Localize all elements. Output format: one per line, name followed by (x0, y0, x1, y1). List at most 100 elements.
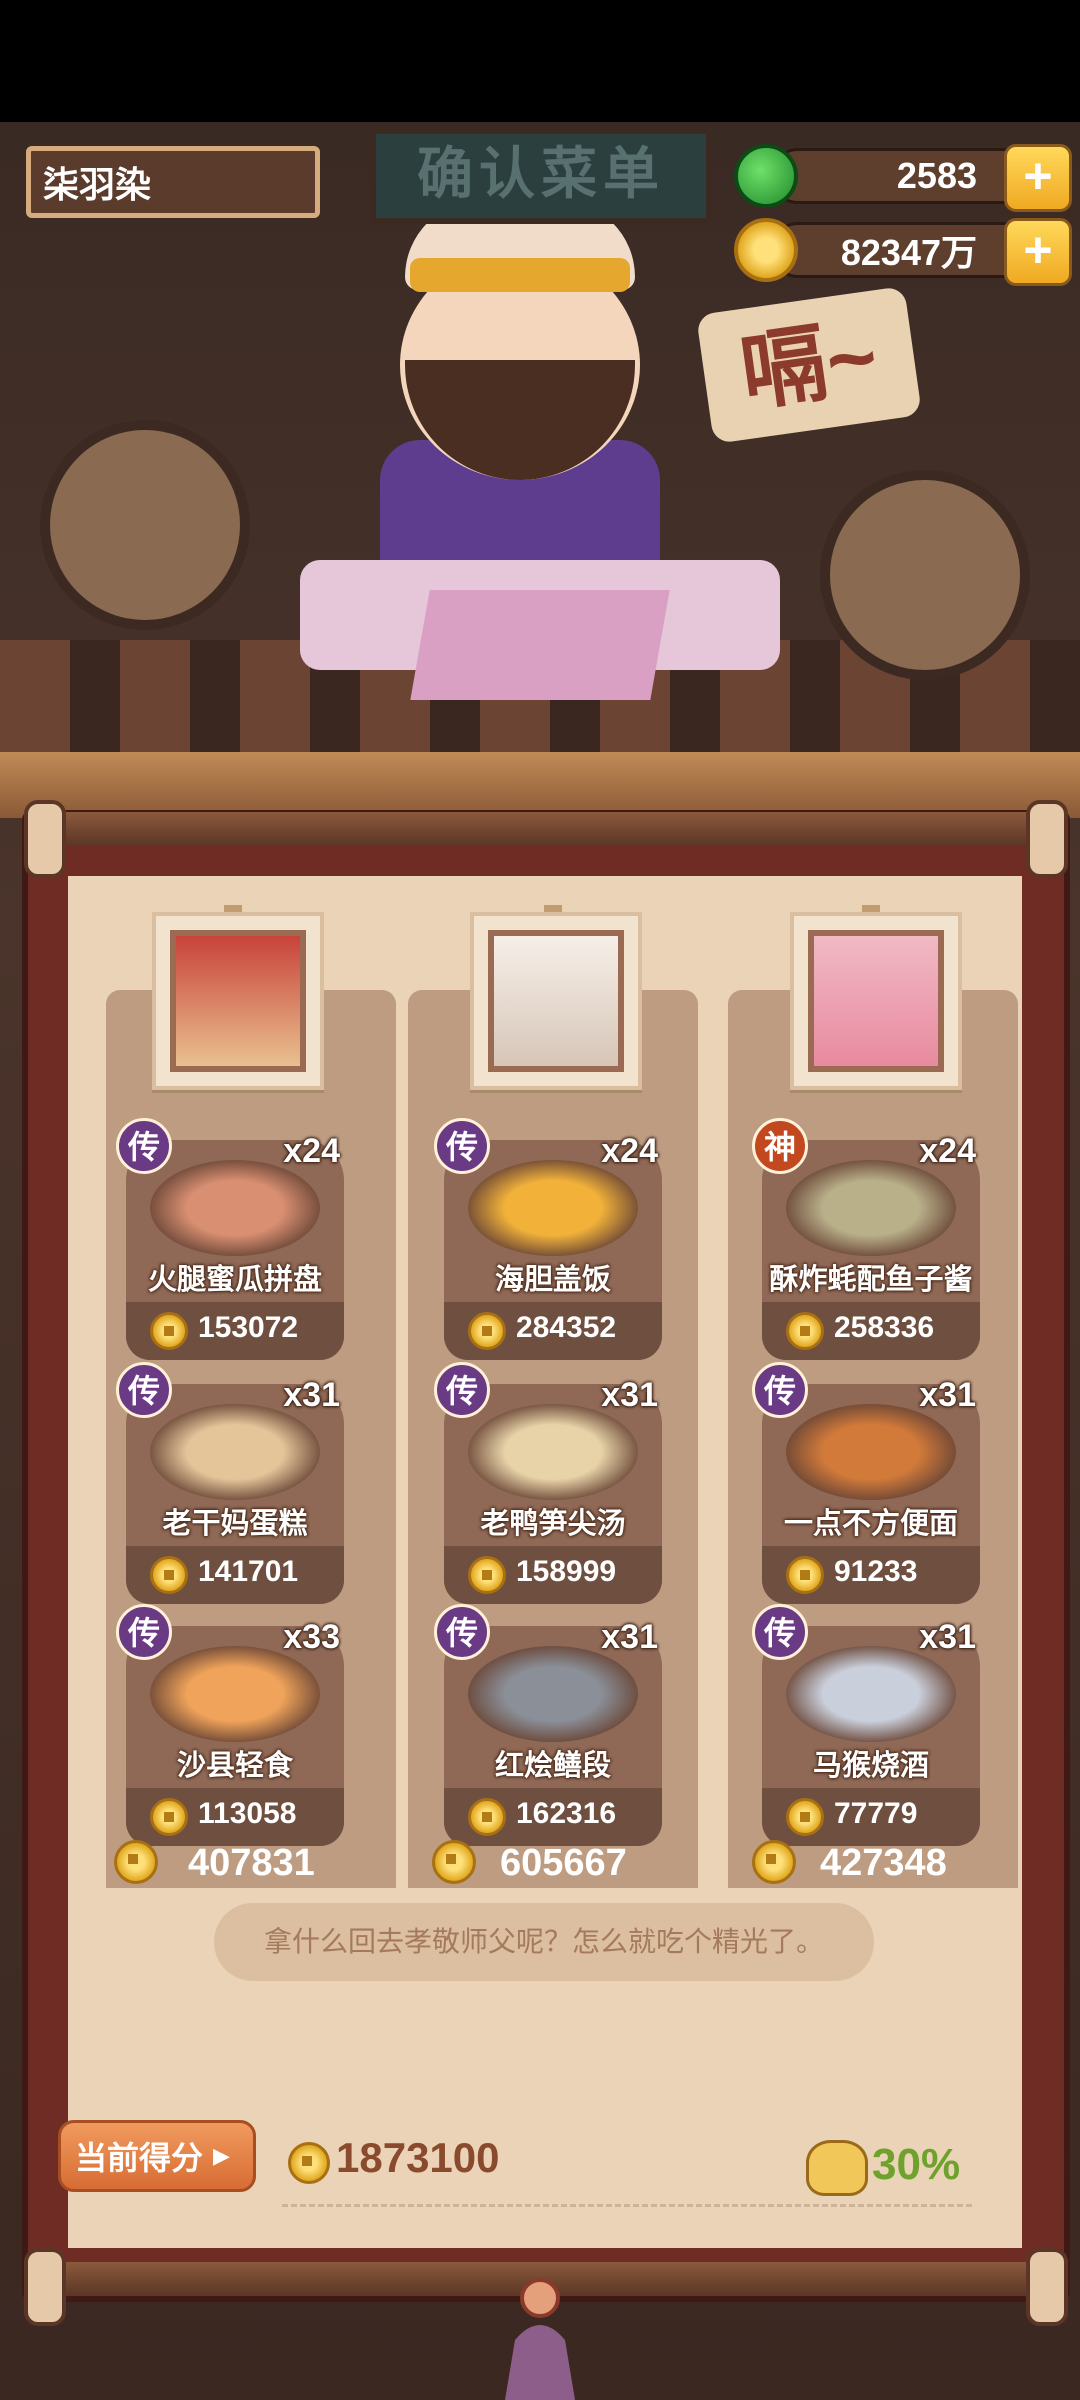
dish-count: x24 (601, 1132, 658, 1170)
dish-name: 酥炸蚝配鱼子酱 (769, 1264, 973, 1296)
dish-price: 77779 (834, 1797, 918, 1830)
dish-name: 火腿蜜瓜拼盘 (147, 1264, 322, 1296)
dish-price: 113058 (198, 1797, 297, 1830)
coin-icon (150, 1312, 188, 1350)
white-hair-portrait (488, 930, 624, 1072)
dish-image (150, 1646, 320, 1742)
left-fan-decoration (40, 420, 250, 630)
coin-icon (150, 1798, 188, 1836)
score-percent: 30% (872, 2140, 961, 2189)
dish-image (468, 1646, 638, 1742)
player-name[interactable]: 柒羽染 (26, 146, 320, 218)
dish-price-bar: 153072 (126, 1302, 344, 1360)
dish-count: x33 (283, 1618, 340, 1656)
dish-card[interactable]: 传 x31 一点不方便面 91233 (752, 1362, 980, 1604)
guest-portrait-1[interactable] (152, 912, 324, 1090)
piggy-bank-icon (806, 2140, 868, 2196)
scroll-top-roller (30, 812, 1050, 846)
current-score-button[interactable]: 当前得分 ▶ (58, 2120, 256, 2192)
play-arrow-icon: ▶ (213, 2143, 230, 2168)
boss-headband (410, 258, 630, 292)
dish-card[interactable]: 传 x31 马猴烧酒 77779 (752, 1604, 980, 1846)
coin-icon (468, 1798, 506, 1836)
pink-hair-portrait (808, 930, 944, 1072)
column-total-2: 605667 (500, 1842, 627, 1884)
dish-count: x31 (919, 1376, 976, 1414)
dish-card[interactable]: 传 x31 老干妈蛋糕 141701 (116, 1362, 344, 1604)
coin-icon (786, 1798, 824, 1836)
jade-value: 2583 (896, 155, 977, 196)
rarity-badge: 传 (434, 1604, 490, 1660)
dish-card[interactable]: 传 x33 沙县轻食 113058 (116, 1604, 344, 1846)
dish-image (786, 1160, 956, 1256)
coin-icon (432, 1840, 476, 1884)
dish-image (786, 1646, 956, 1742)
current-score-label: 当前得分 (75, 2140, 204, 2176)
rarity-badge: 传 (434, 1362, 490, 1418)
rarity-badge: 传 (116, 1118, 172, 1174)
dish-price-bar: 284352 (444, 1302, 662, 1360)
dish-price: 91233 (834, 1555, 918, 1588)
jade-icon (734, 144, 798, 208)
dish-price-bar: 258336 (762, 1302, 980, 1360)
hint-bubble: 拿什么回去孝敬师父呢？怎么就吃个精光了。 (214, 1903, 874, 1981)
column-total-1: 407831 (188, 1842, 315, 1884)
dish-card[interactable]: 传 x31 老鸭笋尖汤 158999 (434, 1362, 662, 1604)
dish-card[interactable]: 传 x24 火腿蜜瓜拼盘 153072 (116, 1118, 344, 1360)
dish-price-bar: 141701 (126, 1546, 344, 1604)
coin-icon (288, 2142, 330, 2184)
table-cloth (410, 590, 670, 700)
scroll-knob (24, 800, 66, 878)
dish-card[interactable]: 神 x24 酥炸蚝配鱼子酱 258336 (752, 1118, 980, 1360)
dish-image (468, 1160, 638, 1256)
guest-portrait-2[interactable] (470, 912, 642, 1090)
coin-value: 82347万 (840, 232, 977, 273)
dish-name: 沙县轻食 (176, 1750, 293, 1782)
dish-price: 284352 (516, 1311, 617, 1344)
menu-sign: 确认菜单 (370, 128, 712, 224)
dish-image (150, 1404, 320, 1500)
right-fan-decoration (820, 470, 1030, 680)
general-portrait (170, 930, 306, 1072)
dish-card[interactable]: 传 x24 海胆盖饭 284352 (434, 1118, 662, 1360)
wood-beam (0, 752, 1080, 818)
dish-price-bar: 158999 (444, 1546, 662, 1604)
coin-icon (468, 1556, 506, 1594)
dish-image (468, 1404, 638, 1500)
coin-icon (786, 1556, 824, 1594)
score-divider (282, 2204, 972, 2207)
rarity-badge: 传 (434, 1118, 490, 1174)
dish-price-bar: 113058 (126, 1788, 344, 1846)
dish-price: 162316 (516, 1797, 617, 1830)
dish-card[interactable]: 传 x31 红烩鳝段 162316 (434, 1604, 662, 1846)
coin-icon (150, 1556, 188, 1594)
dish-image (786, 1404, 956, 1500)
dish-price: 141701 (198, 1555, 299, 1588)
scroll-knob (24, 2248, 66, 2326)
add-coin-button[interactable]: + (1004, 218, 1072, 286)
guest-portrait-3[interactable] (790, 912, 962, 1090)
coin-icon (734, 218, 798, 282)
scroll-knob (1026, 800, 1068, 878)
dish-price-bar: 77779 (762, 1788, 980, 1846)
dish-name: 老鸭笋尖汤 (480, 1508, 626, 1540)
dish-price: 258336 (834, 1311, 935, 1344)
dish-count: x31 (601, 1618, 658, 1656)
score-value: 1873100 (336, 2134, 500, 2181)
dish-count: x24 (283, 1132, 340, 1170)
dish-count: x31 (601, 1376, 658, 1414)
add-jade-button[interactable]: + (1004, 144, 1072, 212)
dish-price-bar: 162316 (444, 1788, 662, 1846)
rarity-badge: 传 (116, 1362, 172, 1418)
dish-count: x24 (919, 1132, 976, 1170)
dish-price-bar: 91233 (762, 1546, 980, 1604)
rarity-badge: 传 (116, 1604, 172, 1660)
scroll-knob (1026, 2248, 1068, 2326)
column-total-3: 427348 (820, 1842, 947, 1884)
rarity-badge: 传 (752, 1362, 808, 1418)
dish-name: 红烩鳝段 (494, 1750, 611, 1782)
dish-name: 老干妈蛋糕 (162, 1508, 308, 1540)
dish-price: 153072 (198, 1311, 299, 1344)
coin-icon (468, 1312, 506, 1350)
coin-icon (752, 1840, 796, 1884)
